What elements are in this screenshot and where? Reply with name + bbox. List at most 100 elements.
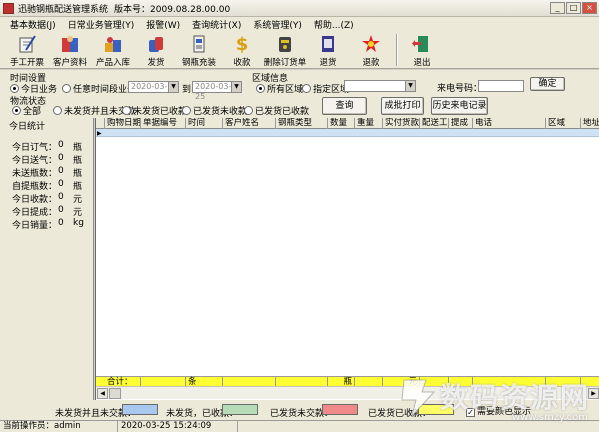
stat-row-commission: 今日提成： 0 元 (12, 205, 83, 218)
return-goods-button[interactable]: 退货 (307, 32, 349, 68)
menu-alarm[interactable]: 报警(W) (140, 18, 186, 31)
col-quantity[interactable]: 数量 (328, 118, 355, 129)
col-time[interactable]: 时间 (186, 118, 223, 129)
col-commission[interactable]: 提成 (449, 118, 473, 129)
all-regions-radio[interactable]: 所有区域 (256, 82, 303, 95)
radio-selected-icon (10, 84, 19, 93)
stat-row-payment: 今日收款： 0 元 (12, 192, 83, 205)
menu-system[interactable]: 系统管理(Y) (247, 18, 308, 31)
stat-row-sales: 今日销量： 0 kg (12, 218, 84, 231)
manual-invoice-button[interactable]: 手工开票 (6, 32, 48, 68)
menu-daily-business[interactable]: 日常业务管理(Y) (62, 18, 141, 31)
menu-bar: 基本数据(J) 日常业务管理(Y) 报警(W) 查询统计(X) 系统管理(Y) … (0, 17, 599, 32)
caller-number-label: 来电号码： (437, 84, 483, 94)
totals-row: 合计： 条 瓶 元 (96, 376, 599, 387)
caller-number-input[interactable] (478, 80, 524, 92)
dollar-icon: $ (235, 33, 249, 55)
col-paid-amount[interactable]: 实付货款 (383, 118, 420, 129)
customer-info-button[interactable]: 客户资料 (49, 32, 91, 68)
title-bar: 迅驰钢瓶配送管理系统 版本号：2009.08.28.00.00 _ □ × (0, 0, 599, 17)
col-customer-name[interactable]: 客户姓名 (223, 118, 276, 129)
app-title: 迅驰钢瓶配送管理系统 (18, 4, 109, 15)
grid-header: 购物日期 单据编号 时间 客户姓名 钢瓶类型 数量 重量 实付货款 配送工 提成… (96, 118, 599, 129)
today-stats-panel: 今日统计 今日订气： 0 瓶 今日送气： 0 瓶 未送瓶数： 0 瓶 自提瓶数： 0 瓶 今日收… (0, 118, 94, 400)
status-all-radio[interactable]: 全部 (12, 104, 41, 117)
radio-icon (53, 106, 62, 115)
selected-row[interactable] (96, 129, 599, 137)
refund-button[interactable]: 退款 (350, 32, 392, 68)
menu-query-stats[interactable]: 查询统计(X) (186, 18, 247, 31)
col-delivery-worker[interactable]: 配送工 (420, 118, 449, 129)
delete-order-button[interactable]: 删除订货单 (264, 32, 306, 68)
return-icon (317, 34, 339, 54)
call-history-button[interactable]: 历史来电记录 (431, 97, 488, 115)
filter-panel: 时间设置 今日业务 任意时间段业务从 2020-03-25 ▼ 到 2020-03… (0, 70, 599, 118)
color-legend: 未发货并且未交款： 未发货，已收款： 已发货未交款： 已发货已收款： ✓ 需要颜色… (0, 400, 599, 420)
region-select[interactable]: ▼ (344, 80, 416, 92)
radio-icon (122, 106, 131, 115)
date-from-picker[interactable]: 2020-03-25 ▼ (128, 81, 179, 93)
horizontal-scrollbar[interactable]: ◀ ▶ (96, 386, 599, 399)
status-bar: 当前操作员：admin 2020-03-25 15:24:09 (0, 420, 599, 432)
refund-icon (360, 34, 382, 54)
stat-row-orders: 今日订气： 0 瓶 (12, 140, 83, 153)
stat-row-delivered: 今日送气： 0 瓶 (12, 153, 83, 166)
current-row-arrow-icon: ▶ (97, 130, 102, 137)
cylinder-fill-button[interactable]: 钢瓶充装 (178, 32, 220, 68)
query-button[interactable]: 查询 (322, 97, 367, 115)
scroll-right-arrow-icon[interactable]: ▶ (588, 388, 599, 399)
maximize-button[interactable]: □ (566, 2, 581, 14)
menu-help[interactable]: 帮助...(Z) (308, 18, 360, 31)
collect-payment-button[interactable]: $ 收款 (221, 32, 263, 69)
col-weight[interactable]: 重量 (355, 118, 383, 129)
customer-book-icon (59, 34, 81, 54)
delivery-icon (145, 34, 167, 54)
batch-print-button[interactable]: 成批打印 (381, 97, 424, 115)
today-stats-title: 今日统计 (9, 122, 46, 132)
cylinder-icon (188, 34, 210, 54)
radio-selected-icon (12, 106, 21, 115)
legend-shipped-paid-swatch (418, 404, 454, 415)
minimize-button[interactable]: _ (550, 2, 565, 14)
checkmark-icon: ✓ (466, 408, 475, 417)
app-icon (3, 2, 14, 14)
scroll-left-arrow-icon[interactable]: ◀ (97, 388, 108, 399)
exit-door-icon (411, 34, 433, 54)
radio-selected-icon (256, 84, 265, 93)
specific-region-radio[interactable]: 指定区域 (302, 82, 349, 95)
radio-icon (244, 106, 253, 115)
col-region[interactable]: 区域 (546, 118, 581, 129)
delete-order-icon (274, 34, 296, 54)
col-address[interactable]: 地址 (581, 118, 599, 129)
col-purchase-date[interactable]: 购物日期 (105, 118, 141, 129)
col-document-no[interactable]: 单据编号 (141, 118, 186, 129)
status-shipped-paid-radio[interactable]: 已发货已收款 (244, 104, 309, 117)
dropdown-arrow-icon[interactable]: ▼ (168, 82, 178, 92)
orders-grid[interactable]: 购物日期 单据编号 时间 客户姓名 钢瓶类型 数量 重量 实付货款 配送工 提成… (95, 118, 599, 400)
exit-button[interactable]: 退出 (401, 32, 443, 68)
product-stock-in-button[interactable]: 产品入库 (92, 32, 134, 68)
close-button[interactable]: × (582, 2, 597, 14)
col-cylinder-type[interactable]: 钢瓶类型 (276, 118, 328, 129)
status-unshipped-paid-radio[interactable]: 未发货已收款 (122, 104, 187, 117)
color-display-checkbox[interactable]: ✓ 需要颜色显示 (466, 404, 531, 417)
date-to-picker[interactable]: 2020-03-25 ▼ (192, 81, 242, 101)
date-to-label: 到 (182, 85, 192, 95)
pen-paper-icon (16, 34, 38, 54)
radio-icon (182, 106, 191, 115)
window-controls: _ □ × (550, 2, 597, 14)
current-operator: 当前操作员：admin (0, 421, 118, 432)
dropdown-arrow-icon[interactable]: ▼ (231, 82, 241, 92)
col-phone[interactable]: 电话 (473, 118, 546, 129)
menu-basic-data[interactable]: 基本数据(J) (4, 18, 62, 31)
toolbar: 手工开票 客户资料 产品入库 发货 钢瓶充装 $ 收款 删除订货单 退货 退款 … (0, 32, 599, 69)
confirm-button[interactable]: 确定 (530, 77, 565, 91)
scroll-thumb[interactable] (109, 388, 121, 399)
status-shipped-unpaid-radio[interactable]: 已发货未收款 (182, 104, 247, 117)
dropdown-arrow-icon[interactable]: ▼ (405, 81, 415, 91)
legend-shipped-unpaid-swatch (322, 404, 358, 415)
stat-row-self-pickup: 自提瓶数： 0 瓶 (12, 179, 83, 192)
ship-button[interactable]: 发货 (135, 32, 177, 68)
radio-icon (62, 84, 71, 93)
version-label: 版本号：2009.08.28.00.00 (114, 4, 231, 15)
